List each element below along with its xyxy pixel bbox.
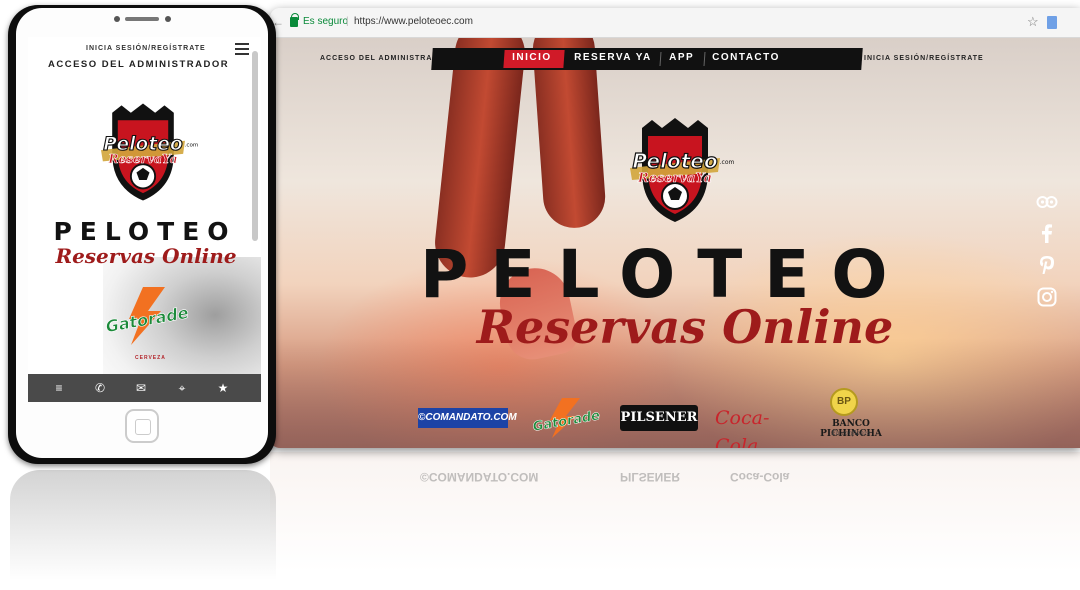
document-icon[interactable] [1047,16,1057,29]
phone-screen: INICIA SESIÓN/REGÍSTRATE ACCESO DEL ADMI… [28,37,261,402]
browser-reflection: ©COMANDATO.COM PILSENER Coca-Cola [270,452,1080,572]
tripadvisor-icon[interactable] [1036,190,1058,212]
phone-reflection [10,470,276,580]
nav-item-app[interactable]: APP [669,52,694,63]
mobile-peloteo-logo[interactable]: Peloteo .com ReservaYa [73,93,213,211]
secure-label: Es seguro [303,16,349,27]
mobile-logo-tagline: ReservaYa [107,152,177,166]
peloteo-logo[interactable]: Peloteo .com ReservaYa [600,110,750,230]
pinterest-icon[interactable] [1036,254,1058,276]
banco-tagline: En confianza [831,430,871,437]
main-nav: INICIO RESERVA YA APP CONTACTO [431,48,863,70]
nav-item-inicio[interactable]: INICIO [512,52,552,63]
cerveza-label: CERVEZA [135,355,166,361]
logo-domain: .com [720,159,735,166]
phone-icon[interactable]: ✆ [91,379,109,397]
star-icon[interactable]: ★ [214,379,232,397]
mobile-scrollbar[interactable] [252,51,258,241]
menu-icon[interactable]: ≡ [50,379,68,397]
url-separator: | [346,16,349,27]
sponsor-strip: ©COMANDATO.COM Gatorade PILSENER Coca-Co… [410,388,910,448]
browser-window: ← Es seguro | https://www.peloteoec.com … [270,8,1080,448]
phone-sensor [114,16,120,22]
mail-icon[interactable]: ✉ [132,379,150,397]
hero-section: ACCESO DEL ADMINISTRADOR INICIA SESIÓN/R… [270,38,1080,448]
bookmark-star-icon[interactable]: ☆ [1027,14,1039,30]
hamburger-menu-icon[interactable] [235,43,249,55]
address-bar[interactable]: ← Es seguro | https://www.peloteoec.com … [270,8,1080,38]
nav-item-reserva-ya[interactable]: RESERVA YA [574,52,652,63]
hero-subtitle: Reservas Online [476,300,894,354]
mobile-login-link[interactable]: INICIA SESIÓN/REGÍSTRATE [86,45,206,52]
url-text[interactable]: https://www.peloteoec.com [354,16,473,27]
reflection-pilsener: PILSENER [620,470,681,484]
sponsor-pilsener[interactable]: PILSENER [620,405,698,431]
login-register-link[interactable]: INICIA SESIÓN/REGÍSTRATE [864,55,984,62]
facebook-icon[interactable] [1036,222,1058,244]
nav-item-contacto[interactable]: CONTACTO [712,52,780,63]
nav-divider [659,52,662,66]
lock-icon [290,13,299,27]
reflection-cocacola: Coca-Cola [730,470,790,484]
social-links [1036,190,1064,318]
mobile-bottom-bar: ≡ ✆ ✉ ⌖ ★ [28,374,261,402]
phone-camera [165,16,171,22]
home-button[interactable] [125,409,159,443]
phone-mockup: INICIA SESIÓN/REGÍSTRATE ACCESO DEL ADMI… [8,5,276,464]
sponsor-gatorade[interactable]: Gatorade [528,398,606,438]
mobile-admin-link[interactable]: ACCESO DEL ADMINISTRADOR [48,59,229,70]
sponsor-comandato[interactable]: ©COMANDATO.COM [418,408,517,428]
mobile-gatorade-logo[interactable]: Gatorade [103,287,193,345]
location-icon[interactable]: ⌖ [173,379,191,397]
mobile-title: PELOTEO [53,217,237,246]
logo-wordmark: Peloteo [632,149,717,173]
phone-speaker [125,17,159,21]
mobile-subtitle: Reservas Online [55,244,237,268]
sponsor-cocacola[interactable]: Coca-Cola [715,404,795,448]
banco-pichincha-badge: BP [830,388,858,416]
nav-divider [703,52,706,66]
logo-tagline: ReservaYa [637,171,712,186]
mockup-stage: ©COMANDATO.COM PILSENER Coca-Cola ← Es s… [0,0,1080,590]
reflection-comandato: ©COMANDATO.COM [420,470,539,484]
instagram-icon[interactable] [1036,286,1058,308]
mobile-logo-domain: .com [185,142,199,148]
